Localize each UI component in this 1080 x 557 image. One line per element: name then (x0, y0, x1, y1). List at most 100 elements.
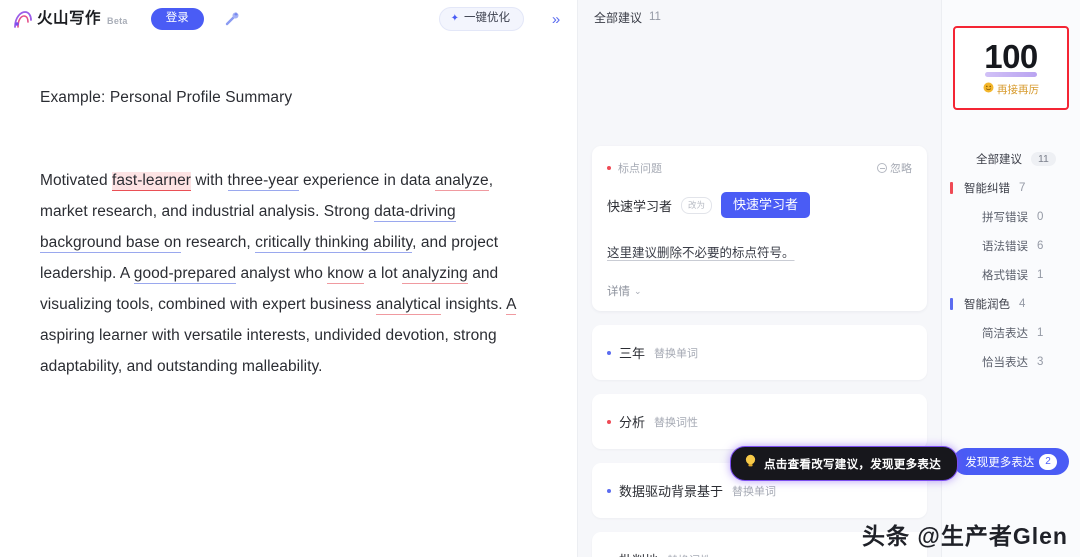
details-expander[interactable]: 详情 ⌄ (607, 283, 912, 299)
text-segment: research, (181, 234, 256, 252)
category-list: 全部建议 11 智能纠错 7 拼写错误 0 语法错误 6 格式错误 1 智能润色 4 简洁表达 1 恰当表达… (942, 144, 1080, 376)
details-label: 详情 (607, 286, 630, 299)
category-count: 1 (1037, 326, 1044, 339)
sparkle-icon: ✦ (450, 13, 459, 24)
suggestion-list-item[interactable]: 三年 替换单词 (592, 325, 927, 381)
double-chevron-right-icon[interactable]: » (545, 8, 567, 30)
correction-row: 快速学习者 改为 快速学习者 (607, 192, 912, 219)
suggestions-column: 全部建议 11 标点问题 忽略 快速学习者 改为 快速学习者 这里建议删除不必要… (578, 0, 958, 557)
volcano-logo-icon (12, 10, 33, 29)
chevron-down-icon: ⌄ (634, 285, 642, 296)
watermark: 头条 @生产者Glen (862, 523, 1068, 549)
text-segment: experience in data (298, 172, 435, 190)
category-count: 3 (1037, 355, 1044, 368)
category-label: 智能润色 (964, 298, 1010, 311)
category-color-bar (950, 297, 953, 310)
category-label: 全部建议 (976, 153, 1022, 166)
annotated-text-segment[interactable]: know (327, 265, 364, 285)
category-row-0[interactable]: 全部建议 11 (942, 144, 1080, 173)
suggestion-word: 数据驱动背景基于 (619, 484, 724, 500)
text-segment: Motivated (40, 172, 113, 190)
score-column: 100 再接再厉 全部建议 11 智能纠错 7 拼写错误 0 语法错误 6 格式错误 1 智能润色 4… (942, 0, 1080, 557)
category-count: 0 (1037, 210, 1044, 223)
category-row-6[interactable]: 简洁表达 1 (942, 318, 1080, 347)
ignore-button[interactable]: 忽略 (877, 160, 912, 176)
category-label: 拼写错误 (982, 211, 1028, 224)
annotated-text-segment[interactable]: critically thinking ability (255, 234, 413, 254)
category-row-3[interactable]: 语法错误 6 (942, 231, 1080, 260)
document-editor[interactable]: Example: Personal Profile Summary Motiva… (0, 38, 577, 557)
suggestion-card-header: 标点问题 忽略 (607, 160, 912, 176)
suggestion-type-tag: 替换单词 (654, 347, 699, 360)
magic-wand-icon[interactable] (221, 8, 243, 30)
category-label: 恰当表达 (982, 356, 1028, 369)
suggestions-count: 11 (649, 11, 661, 23)
beta-badge: Beta (107, 15, 128, 26)
text-segment: aspiring learner with versatile interest… (40, 327, 497, 376)
score-value: 100 (984, 37, 1038, 75)
annotated-text-segment[interactable]: three-year (227, 172, 299, 192)
annotated-text-segment[interactable]: good-prepared (133, 265, 237, 285)
lightbulb-icon (744, 454, 757, 473)
discover-more-label: 发现更多表达 (965, 456, 1035, 469)
suggestion-word: 三年 (619, 346, 646, 362)
category-row-4[interactable]: 格式错误 1 (942, 260, 1080, 289)
suggestion-word: 批判地 (619, 550, 658, 557)
one-click-optimize-button[interactable]: ✦ 一键优化 (438, 7, 524, 31)
ignore-label: 忽略 (890, 163, 912, 175)
original-text: 快速学习者 (607, 198, 673, 214)
suggestion-card[interactable]: 标点问题 忽略 快速学习者 改为 快速学习者 这里建议删除不必要的标点符号。 详… (592, 146, 927, 312)
category-count: 1 (1037, 268, 1044, 281)
category-row-5[interactable]: 智能润色 4 (942, 289, 1080, 318)
severity-dot-icon (607, 488, 611, 493)
category-label: 语法错误 (982, 240, 1028, 253)
smile-emoji-icon (983, 82, 994, 96)
brand-logo[interactable]: 火山写作 Beta (12, 10, 128, 29)
suggestion-description: 这里建议删除不必要的标点符号。 (607, 246, 795, 261)
login-button[interactable]: 登录 (150, 8, 204, 30)
text-segment: a lot (363, 265, 402, 283)
category-row-7[interactable]: 恰当表达 3 (942, 347, 1080, 376)
tooltip-text: 点击查看改写建议，发现更多表达 (764, 458, 941, 471)
annotated-text-segment[interactable]: fast-learner (112, 172, 192, 192)
editor-column: 火山写作 Beta 登录 ✦ 一键优化 » Example: Personal … (0, 0, 578, 557)
suggestion-type-tag: 替换词性 (654, 416, 699, 429)
annotated-text-segment[interactable]: analyzing (401, 265, 468, 285)
text-segment: with (191, 172, 228, 190)
document-body[interactable]: Motivated fast-learner with three-year e… (40, 165, 537, 382)
annotated-text-segment[interactable]: analyze (434, 172, 489, 192)
change-to-chip: 改为 (681, 196, 713, 214)
document-title: Example: Personal Profile Summary (40, 89, 293, 106)
minus-circle-icon (877, 163, 887, 173)
category-color-bar (950, 181, 953, 194)
category-row-2[interactable]: 拼写错误 0 (942, 202, 1080, 231)
category-row-1[interactable]: 智能纠错 7 (942, 173, 1080, 202)
score-subtitle-text: 再接再厉 (997, 83, 1039, 96)
suggestions-title: 全部建议 (594, 10, 643, 25)
optimize-label: 一键优化 (464, 12, 510, 25)
app-root: 火山写作 Beta 登录 ✦ 一键优化 » Example: Personal … (0, 0, 1080, 557)
category-label: 简洁表达 (982, 327, 1028, 340)
severity-dot-icon (607, 166, 611, 170)
suggestion-type-tag: 替换单词 (732, 485, 777, 498)
top-toolbar: 火山写作 Beta 登录 ✦ 一键优化 » (0, 0, 577, 38)
brand-name: 火山写作 (37, 10, 102, 28)
category-count: 6 (1037, 239, 1044, 252)
suggestion-type-tag: 替换词性 (667, 552, 711, 557)
suggestion-list-item[interactable]: 分析 替换词性 (592, 394, 927, 450)
category-count: 4 (1019, 297, 1026, 310)
suggestion-category-label: 标点问题 (618, 163, 662, 175)
severity-dot-icon (607, 419, 611, 424)
score-subtitle: 再接再厉 (983, 82, 1039, 97)
discover-more-button[interactable]: 发现更多表达 2 (953, 448, 1069, 475)
annotated-text-segment[interactable]: A (506, 296, 516, 316)
discover-more-badge: 2 (1039, 453, 1057, 470)
annotated-text-segment[interactable]: analytical (375, 296, 441, 316)
category-label: 智能纠错 (964, 182, 1010, 195)
score-underline-decoration (985, 71, 1037, 77)
hint-tooltip: 点击查看改写建议，发现更多表达 (730, 446, 958, 481)
apply-correction-button[interactable]: 快速学习者 (721, 192, 811, 219)
suggestions-header: 全部建议 11 (578, 0, 941, 34)
category-count: 7 (1019, 181, 1026, 194)
suggestion-word: 分析 (619, 415, 646, 431)
